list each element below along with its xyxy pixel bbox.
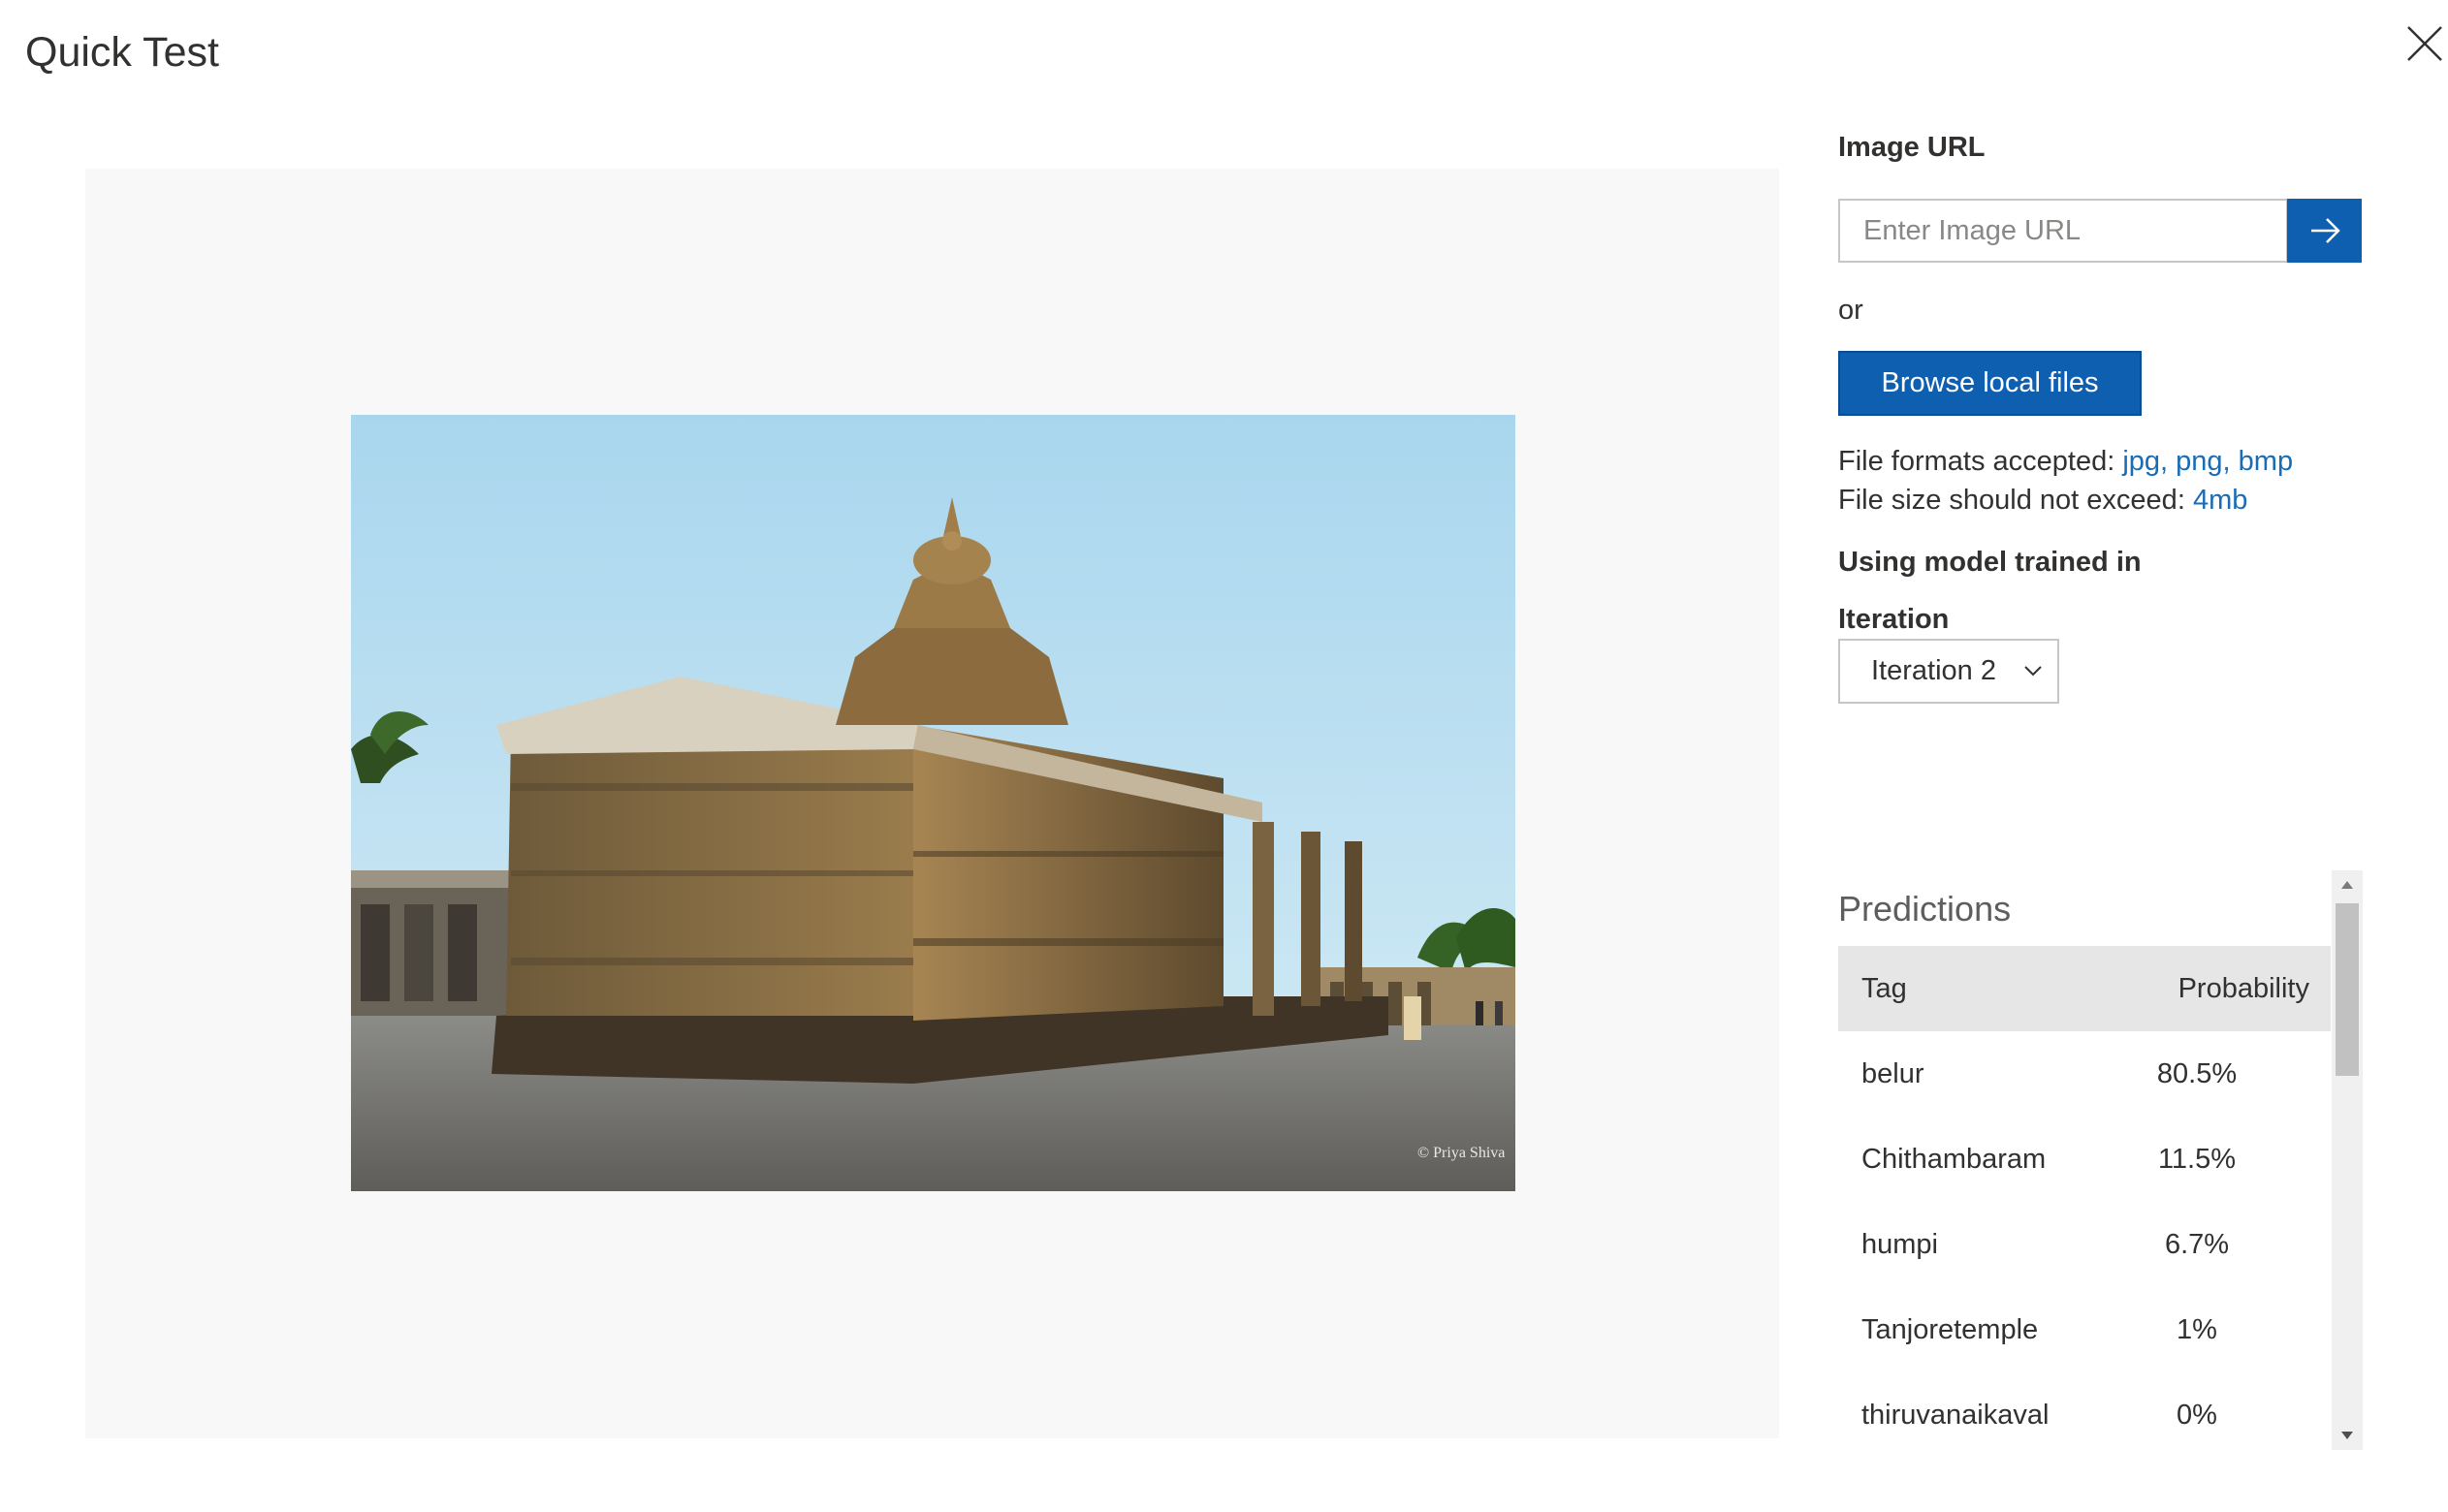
table-header: Tag Probability xyxy=(1838,946,2331,1031)
or-separator: or xyxy=(1838,295,1863,326)
url-submit-button[interactable] xyxy=(2287,199,2362,263)
close-button[interactable] xyxy=(2402,21,2447,66)
prediction-probability: 80.5% xyxy=(2156,1057,2238,1089)
iteration-label: Iteration xyxy=(1838,604,1950,635)
chevron-down-icon xyxy=(2024,666,2042,677)
image-url-input[interactable] xyxy=(1840,201,2286,261)
caret-down-icon xyxy=(2341,1432,2353,1439)
preview-image: © Priya Shiva xyxy=(351,415,1515,1191)
iteration-selected-value: Iteration 2 xyxy=(1871,655,1996,686)
column-header-tag: Tag xyxy=(1861,972,1907,1004)
file-size-info: File size should not exceed: 4mb xyxy=(1838,483,2247,518)
table-row: humpi 6.7% xyxy=(1838,1202,2331,1287)
caret-up-icon xyxy=(2341,881,2353,889)
prediction-probability: 0% xyxy=(2177,1399,2217,1431)
file-size-value: 4mb xyxy=(2192,485,2248,516)
prediction-tag: thiruvanaikaval xyxy=(1861,1399,2050,1431)
file-formats-info: File formats accepted: jpg, png, bmp xyxy=(1838,444,2293,479)
watermark-text: © Priya Shiva xyxy=(1417,1145,1505,1161)
image-url-label: Image URL xyxy=(1838,132,1986,163)
model-label: Using model trained in xyxy=(1838,547,2142,578)
predictions-scrollbar[interactable] xyxy=(2332,870,2363,1450)
close-icon xyxy=(2407,26,2442,61)
prediction-probability: 6.7% xyxy=(2164,1228,2230,1260)
dialog-title: Quick Test xyxy=(25,29,219,76)
table-row: Tanjoretemple 1% xyxy=(1838,1287,2331,1372)
arrow-right-icon xyxy=(2310,218,2340,243)
image-url-field xyxy=(1838,199,2288,263)
browse-local-files-button[interactable]: Browse local files xyxy=(1838,351,2142,416)
table-row: belur 80.5% xyxy=(1838,1031,2331,1117)
prediction-tag: Chithambaram xyxy=(1861,1143,2047,1175)
prediction-tag: humpi xyxy=(1861,1228,1938,1260)
file-size-label: File size should not exceed: xyxy=(1838,485,2193,516)
predictions-table: Tag Probability belur 80.5% Chithambaram… xyxy=(1838,946,2331,1458)
table-row: thiruvanaikaval 0% xyxy=(1838,1372,2331,1458)
iteration-dropdown[interactable]: Iteration 2 xyxy=(1838,639,2059,704)
prediction-tag: belur xyxy=(1861,1057,1924,1089)
predictions-heading: Predictions xyxy=(1838,889,2012,929)
file-formats-label: File formats accepted: xyxy=(1838,446,2123,477)
scrollbar-thumb[interactable] xyxy=(2336,903,2359,1076)
scroll-down-button[interactable] xyxy=(2332,1421,2363,1450)
prediction-tag: Tanjoretemple xyxy=(1861,1313,2039,1345)
prediction-probability: 11.5% xyxy=(2157,1143,2237,1175)
scroll-up-button[interactable] xyxy=(2332,870,2363,899)
prediction-probability: 1% xyxy=(2177,1313,2217,1345)
table-row: Chithambaram 11.5% xyxy=(1838,1117,2331,1202)
column-header-probability: Probability xyxy=(2178,972,2309,1004)
file-formats-value: jpg, png, bmp xyxy=(2122,446,2294,477)
